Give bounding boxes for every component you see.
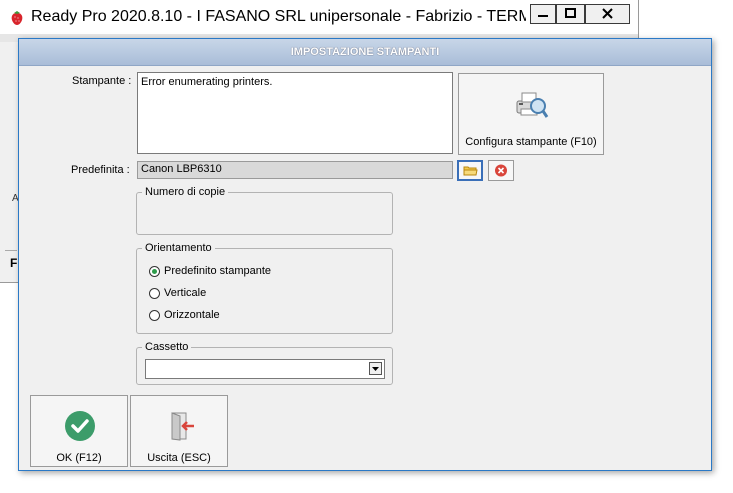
minimize-icon	[538, 15, 548, 17]
orientation-legend: Orientamento	[142, 242, 215, 254]
default-printer-value: Canon LBP6310	[141, 163, 222, 175]
radio-label: Verticale	[164, 287, 207, 299]
stampante-label: Stampante :	[72, 75, 132, 87]
configure-printer-label: Configura stampante (F10)	[465, 136, 597, 148]
background-divider	[5, 250, 17, 251]
copies-group: Numero di copie	[136, 186, 393, 235]
default-printer-field: Canon LBP6310	[137, 161, 453, 179]
ok-button[interactable]: OK (F12)	[30, 395, 128, 467]
predefinita-label: Predefinita :	[71, 164, 130, 176]
configure-printer-button[interactable]: Configura stampante (F10)	[458, 73, 604, 155]
checkmark-icon	[65, 411, 95, 441]
main-window-titlebar: Ready Pro 2020.8.10 - I FASANO SRL unipe…	[0, 0, 638, 34]
copies-legend: Numero di copie	[142, 186, 229, 198]
close-button[interactable]	[585, 4, 630, 24]
maximize-icon	[565, 8, 576, 18]
printer-settings-dialog: IMPOSTAZIONE STAMPANTI Stampante : Error…	[18, 38, 712, 471]
radio-button[interactable]	[149, 309, 160, 321]
tray-select[interactable]	[145, 359, 385, 379]
exit-button[interactable]: Uscita (ESC)	[130, 395, 228, 467]
exit-button-label: Uscita (ESC)	[147, 452, 211, 464]
printer-list-text: Error enumerating printers.	[141, 76, 273, 88]
printer-config-icon	[516, 92, 549, 118]
exit-door-icon	[171, 412, 194, 441]
folder-icon	[463, 166, 478, 176]
dialog-title: IMPOSTAZIONE STAMPANTI	[19, 39, 711, 66]
dropdown-arrow-icon[interactable]	[369, 362, 382, 375]
orientation-group: Orientamento Predefinito stampante Verti…	[136, 242, 393, 334]
tray-legend: Cassetto	[142, 341, 192, 353]
radio-button-selected[interactable]	[149, 265, 160, 277]
tray-group: Cassetto	[136, 341, 393, 385]
radio-label: Predefinito stampante	[164, 265, 272, 277]
printer-list[interactable]: Error enumerating printers.	[137, 72, 453, 154]
radio-label: Orizzontale	[164, 309, 220, 321]
ok-button-label: OK (F12)	[56, 452, 102, 464]
maximize-button[interactable]	[556, 4, 585, 24]
select-printer-button[interactable]	[457, 160, 483, 181]
minimize-button[interactable]	[530, 4, 556, 24]
close-icon	[602, 8, 613, 19]
clear-icon	[495, 164, 507, 177]
window-title: Ready Pro 2020.8.10 - I FASANO SRL unipe…	[31, 8, 526, 25]
radio-verticale[interactable]: Verticale	[149, 287, 206, 299]
radio-orizzontale[interactable]: Orizzontale	[149, 309, 220, 321]
strawberry-icon	[11, 11, 23, 25]
radio-button[interactable]	[149, 287, 160, 299]
clear-printer-button[interactable]	[488, 160, 514, 181]
background-label-fragment: F	[10, 256, 18, 270]
radio-predefinito-stampante[interactable]: Predefinito stampante	[149, 265, 271, 277]
